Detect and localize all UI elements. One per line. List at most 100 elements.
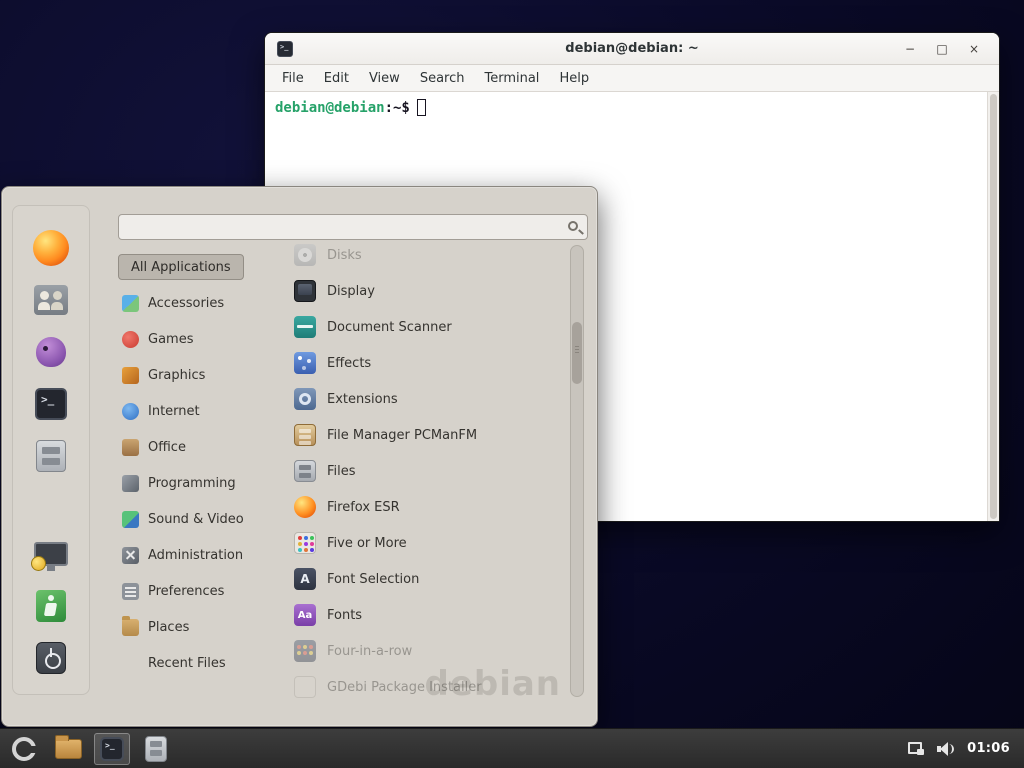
graphics-icon	[122, 367, 139, 384]
app-five-or-more[interactable]: Five or More	[284, 525, 570, 561]
category-accessories[interactable]: Accessories	[118, 285, 283, 321]
terminal-titlebar[interactable]: debian@debian: ~ − □ ×	[265, 33, 999, 65]
shutdown-icon	[36, 642, 66, 674]
search-input[interactable]	[119, 215, 587, 239]
disks-icon	[294, 244, 316, 266]
app-fonts[interactable]: Fonts	[284, 597, 570, 633]
file-manager-launcher[interactable]	[50, 733, 86, 765]
system-tray: 01:06	[907, 741, 1018, 756]
favorite-files[interactable]	[31, 436, 71, 476]
games-icon	[122, 331, 139, 348]
terminal-cursor	[417, 99, 426, 116]
menu-view[interactable]: View	[360, 68, 409, 89]
menu-file[interactable]: File	[273, 68, 313, 89]
category-internet[interactable]: Internet	[118, 393, 283, 429]
screensaver-lock-icon	[34, 542, 68, 566]
gdebi-icon	[294, 676, 316, 698]
window-title: debian@debian: ~	[265, 41, 999, 56]
clock[interactable]: 01:06	[967, 741, 1010, 756]
file-cabinet-icon	[145, 736, 167, 762]
application-list: Disks Display Document Scanner Effects E…	[284, 237, 570, 709]
app-label: File Manager PCManFM	[327, 428, 477, 443]
category-label: Internet	[148, 404, 200, 419]
window-buttons: − □ ×	[901, 40, 999, 58]
app-label: Fonts	[327, 608, 362, 623]
menu-search[interactable]: Search	[411, 68, 474, 89]
category-all-applications[interactable]: All Applications	[118, 249, 283, 285]
category-graphics[interactable]: Graphics	[118, 357, 283, 393]
terminal-taskbar-button[interactable]	[94, 733, 130, 765]
menu-edit[interactable]: Edit	[315, 68, 358, 89]
app-firefox-esr[interactable]: Firefox ESR	[284, 489, 570, 525]
category-sound-video[interactable]: Sound & Video	[118, 501, 283, 537]
logout-button[interactable]	[31, 586, 71, 626]
menu-terminal[interactable]: Terminal	[475, 68, 548, 89]
volume-icon[interactable]	[937, 741, 954, 756]
maximize-button[interactable]: □	[933, 40, 951, 58]
app-label: Document Scanner	[327, 320, 452, 335]
terminal-menubar: File Edit View Search Terminal Help	[265, 65, 999, 92]
shutdown-button[interactable]	[31, 638, 71, 678]
app-extensions[interactable]: Extensions	[284, 381, 570, 417]
favorite-firefox[interactable]	[31, 228, 71, 268]
lock-screen-button[interactable]	[31, 534, 71, 574]
desktop[interactable]: debian@debian: ~ − □ × File Edit View Se…	[0, 0, 1024, 768]
prompt-suffix: :~$	[385, 100, 410, 116]
font-selection-icon	[294, 568, 316, 590]
app-effects[interactable]: Effects	[284, 345, 570, 381]
category-label: Administration	[148, 548, 243, 563]
logout-icon	[36, 590, 66, 622]
file-cabinet-icon	[36, 440, 66, 472]
effects-icon	[294, 352, 316, 374]
menu-help[interactable]: Help	[550, 68, 598, 89]
firefox-esr-icon	[294, 496, 316, 518]
menu-button[interactable]	[6, 731, 42, 767]
administration-icon	[122, 547, 139, 564]
terminal-scrollbar[interactable]	[987, 92, 999, 521]
prompt-user: debian@debian	[275, 100, 385, 116]
network-icon[interactable]	[907, 741, 924, 756]
apps-scrollbar-thumb[interactable]	[572, 322, 582, 384]
category-label: Programming	[148, 476, 236, 491]
app-file-manager-pcmanfm[interactable]: File Manager PCManFM	[284, 417, 570, 453]
terminal-icon	[35, 388, 67, 420]
category-preferences[interactable]: Preferences	[118, 573, 283, 609]
app-label: Five or More	[327, 536, 407, 551]
category-recent-files[interactable]: Recent Files	[118, 645, 283, 681]
files-icon	[294, 460, 316, 482]
display-icon	[294, 280, 316, 302]
files-launcher[interactable]	[138, 733, 174, 765]
application-menu: debian All Applications Accessories	[1, 186, 598, 727]
search-icon	[568, 221, 578, 231]
firefox-icon	[33, 230, 69, 266]
category-label: Sound & Video	[148, 512, 244, 527]
category-programming[interactable]: Programming	[118, 465, 283, 501]
app-four-in-a-row[interactable]: Four-in-a-row	[284, 633, 570, 669]
app-label: Files	[327, 464, 356, 479]
category-administration[interactable]: Administration	[118, 537, 283, 573]
app-display[interactable]: Display	[284, 273, 570, 309]
app-label: Font Selection	[327, 572, 419, 587]
app-disks[interactable]: Disks	[284, 237, 570, 273]
folder-icon	[55, 739, 82, 759]
favorite-terminal[interactable]	[31, 384, 71, 424]
five-or-more-icon	[294, 532, 316, 554]
minimize-button[interactable]: −	[901, 40, 919, 58]
favorites-sidebar	[12, 205, 90, 695]
app-document-scanner[interactable]: Document Scanner	[284, 309, 570, 345]
category-label: Games	[148, 332, 193, 347]
terminal-scrollbar-thumb[interactable]	[990, 94, 997, 519]
category-label: Recent Files	[148, 656, 226, 671]
category-office[interactable]: Office	[118, 429, 283, 465]
category-games[interactable]: Games	[118, 321, 283, 357]
app-files[interactable]: Files	[284, 453, 570, 489]
taskbar-panel: 01:06	[0, 728, 1024, 768]
app-font-selection[interactable]: Font Selection	[284, 561, 570, 597]
apps-scrollbar[interactable]	[570, 245, 584, 697]
favorite-chat[interactable]	[31, 332, 71, 372]
app-gdebi[interactable]: GDebi Package Installer	[284, 669, 570, 705]
close-button[interactable]: ×	[965, 40, 983, 58]
favorite-users[interactable]	[31, 280, 71, 320]
category-places[interactable]: Places	[118, 609, 283, 645]
app-label: Disks	[327, 248, 362, 263]
